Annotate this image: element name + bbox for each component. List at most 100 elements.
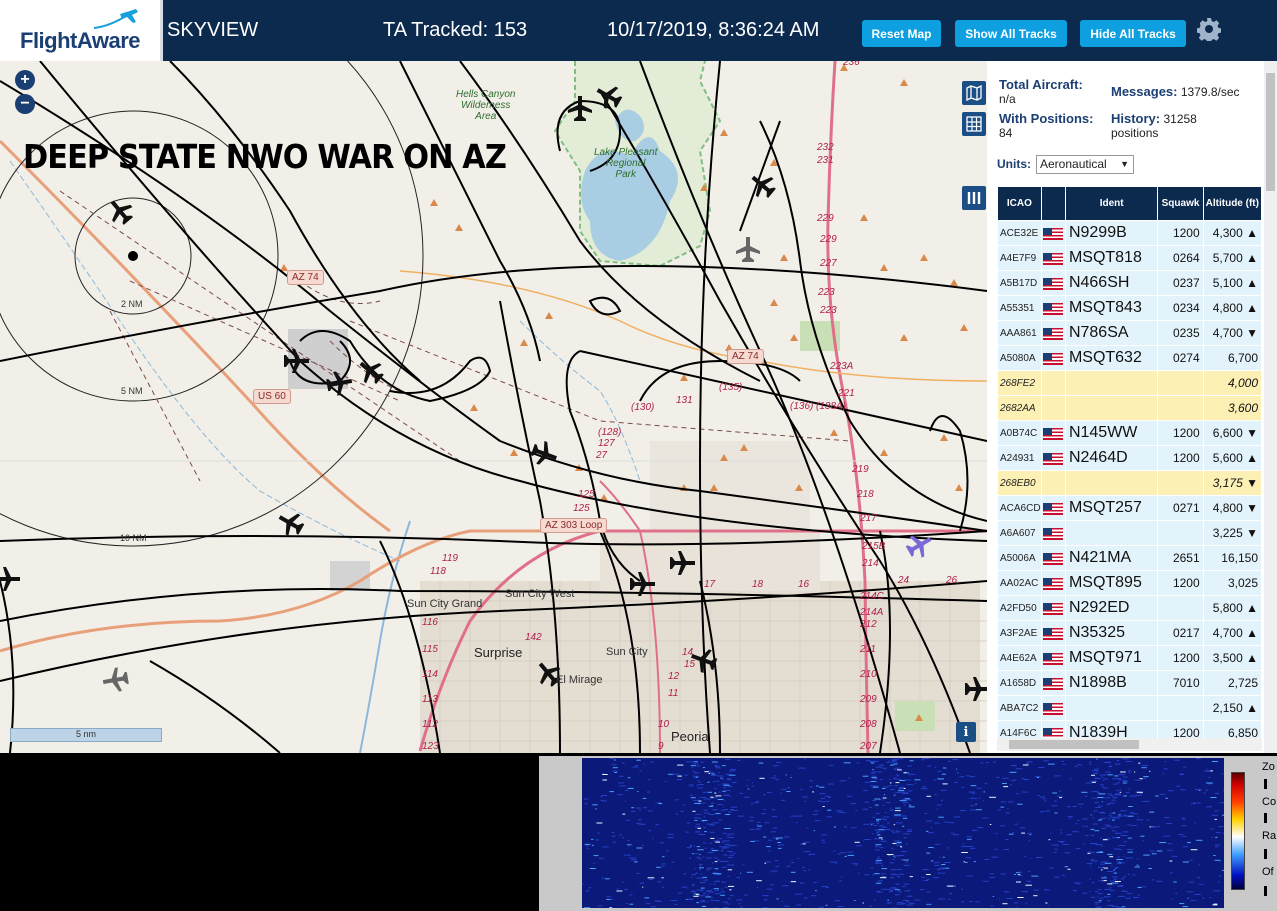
slider-handle[interactable] (1264, 886, 1267, 896)
waterfall-noise (1075, 823, 1078, 825)
waterfall-noise (989, 796, 996, 798)
aircraft-row[interactable]: AA02AC MSQT895 1200 3,025 (997, 570, 1262, 596)
column-header-ident[interactable]: Ident (1064, 186, 1159, 221)
aircraft-row[interactable]: A1658D N1898B 7010 2,725 (997, 670, 1262, 696)
waterfall-noise (1188, 881, 1194, 883)
squawk-cell: 0271 (1157, 495, 1204, 521)
waterfall-noise (721, 881, 727, 883)
waterfall-noise (1142, 840, 1145, 842)
altitude-trend-icon: ▼ (1246, 326, 1258, 340)
waterfall-noise (1116, 859, 1123, 860)
slider-handle[interactable] (1264, 779, 1267, 789)
aircraft-row[interactable]: AAA861 N786SA 0235 4,700 ▼ (997, 320, 1262, 346)
waterfall-noise (1187, 897, 1189, 899)
aircraft-row[interactable]: ACA6CD MSQT257 0271 4,800 ▼ (997, 495, 1262, 521)
slider-handle[interactable] (1264, 849, 1267, 859)
scrollbar-thumb[interactable] (1266, 73, 1275, 191)
waterfall-noise (675, 799, 679, 801)
waterfall-noise (690, 891, 697, 893)
grid-toggle[interactable] (962, 112, 986, 136)
map-layer-toggle[interactable] (962, 81, 986, 105)
aircraft-row[interactable]: ACE32E N9299B 1200 4,300 ▲ (997, 220, 1262, 246)
waterfall-noise (1107, 893, 1111, 895)
aircraft-row[interactable]: A24931 N2464D 1200 5,600 ▲ (997, 445, 1262, 471)
waterfall-noise (1092, 817, 1094, 819)
waterfall-noise (1182, 817, 1185, 819)
slider-handle[interactable] (1264, 813, 1267, 823)
ident-cell: N9299B (1064, 220, 1159, 246)
waterfall-noise (718, 772, 720, 774)
waterfall-noise (1077, 820, 1080, 821)
aircraft-row[interactable]: A55351 MSQT843 0234 4,800 ▲ (997, 295, 1262, 321)
hide-all-tracks-button[interactable]: Hide All Tracks (1080, 20, 1186, 47)
waterfall-noise (1028, 839, 1030, 841)
waterfall-noise (858, 872, 860, 874)
scrollbar-thumb[interactable] (1009, 740, 1139, 749)
column-toggle[interactable] (962, 186, 986, 210)
show-all-tracks-button[interactable]: Show All Tracks (955, 20, 1067, 47)
column-header-squawk[interactable]: Squawk (1157, 186, 1204, 221)
zoom-out-button[interactable]: − (15, 94, 35, 114)
waterfall-noise (898, 790, 905, 792)
waterfall-noise (1109, 813, 1112, 814)
waterfall-noise (739, 792, 743, 794)
waterfall-noise (848, 777, 851, 779)
waterfall-noise (1196, 839, 1203, 841)
aircraft-row[interactable]: 268EB0 3,175 ▼ (997, 470, 1262, 496)
waterfall-noise (1174, 759, 1180, 761)
aircraft-row[interactable]: A3F2AE N35325 0217 4,700 ▲ (997, 620, 1262, 646)
waterfall-noise (1020, 827, 1026, 829)
waterfall-noise (964, 862, 968, 863)
aircraft-table-container[interactable]: ICAO Ident Squawk Altitude (ft) ACE32E N9… (997, 186, 1262, 739)
aircraft-row[interactable]: 268FE2 4,000 (997, 370, 1262, 396)
aircraft-row[interactable]: A6A607 3,225 ▼ (997, 520, 1262, 546)
gear-icon[interactable] (1197, 17, 1221, 41)
waterfall-noise (753, 802, 759, 804)
waterfall-noise (895, 782, 900, 784)
waterfall-noise (1098, 819, 1103, 821)
reset-map-button[interactable]: Reset Map (862, 20, 941, 47)
waterfall-noise (606, 899, 611, 900)
waterfall-noise (728, 774, 736, 776)
panel-vertical-scrollbar[interactable] (1264, 61, 1277, 753)
waterfall-noise (1126, 857, 1133, 859)
aircraft-row[interactable]: ABA7C2 2,150 ▲ (997, 695, 1262, 721)
aircraft-row[interactable]: A14F6C N1839H 1200 6,850 (997, 720, 1262, 739)
info-button[interactable]: i (956, 722, 976, 742)
waterfall-noise (812, 791, 814, 793)
column-header-icao[interactable]: ICAO (997, 186, 1042, 221)
spectrum-waterfall[interactable] (582, 758, 1224, 908)
waterfall-noise (901, 851, 907, 852)
flag-cell (1040, 495, 1066, 521)
waterfall-noise (1221, 869, 1224, 871)
waterfall-noise (693, 761, 698, 763)
waterfall-noise (642, 886, 644, 888)
altitude-cell: 5,100 ▲ (1202, 270, 1262, 296)
map-view[interactable]: Hells Canyon Wilderness Area Lake Pleasa… (0, 61, 987, 753)
aircraft-row[interactable]: A4E7F9 MSQT818 0264 5,700 ▲ (997, 245, 1262, 271)
waterfall-noise (757, 825, 762, 827)
aircraft-row[interactable]: A5B17D N466SH 0237 5,100 ▲ (997, 270, 1262, 296)
waterfall-noise (721, 783, 729, 785)
units-dropdown[interactable]: Aeronautical ▼ (1036, 155, 1134, 174)
waterfall-noise (854, 841, 860, 843)
flightaware-logo[interactable]: FlightAware (0, 0, 163, 61)
aircraft-row[interactable]: A5080A MSQT632 0274 6,700 (997, 345, 1262, 371)
table-horizontal-scrollbar[interactable] (997, 738, 1262, 751)
waterfall-noise (1167, 843, 1172, 845)
column-header-altitude[interactable]: Altitude (ft) (1202, 186, 1262, 221)
aircraft-row[interactable]: A5006A N421MA 2651 16,150 (997, 545, 1262, 571)
waterfall-noise (606, 896, 611, 898)
aircraft-row[interactable]: A4E62A MSQT971 1200 3,500 ▲ (997, 645, 1262, 671)
column-header-flag[interactable] (1040, 186, 1066, 221)
zoom-in-button[interactable]: + (15, 70, 35, 90)
aircraft-row[interactable]: A0B74C N145WW 1200 6,600 ▼ (997, 420, 1262, 446)
aircraft-row[interactable]: A2FD50 N292ED 5,800 ▲ (997, 595, 1262, 621)
waterfall-noise (724, 799, 726, 801)
waterfall-noise (727, 869, 733, 871)
waterfall-noise (1054, 812, 1058, 814)
aircraft-row[interactable]: 2682AA 3,600 (997, 395, 1262, 421)
waterfall-noise (941, 864, 946, 865)
waterfall-noise (1104, 889, 1111, 890)
waterfall-noise (1101, 869, 1103, 871)
